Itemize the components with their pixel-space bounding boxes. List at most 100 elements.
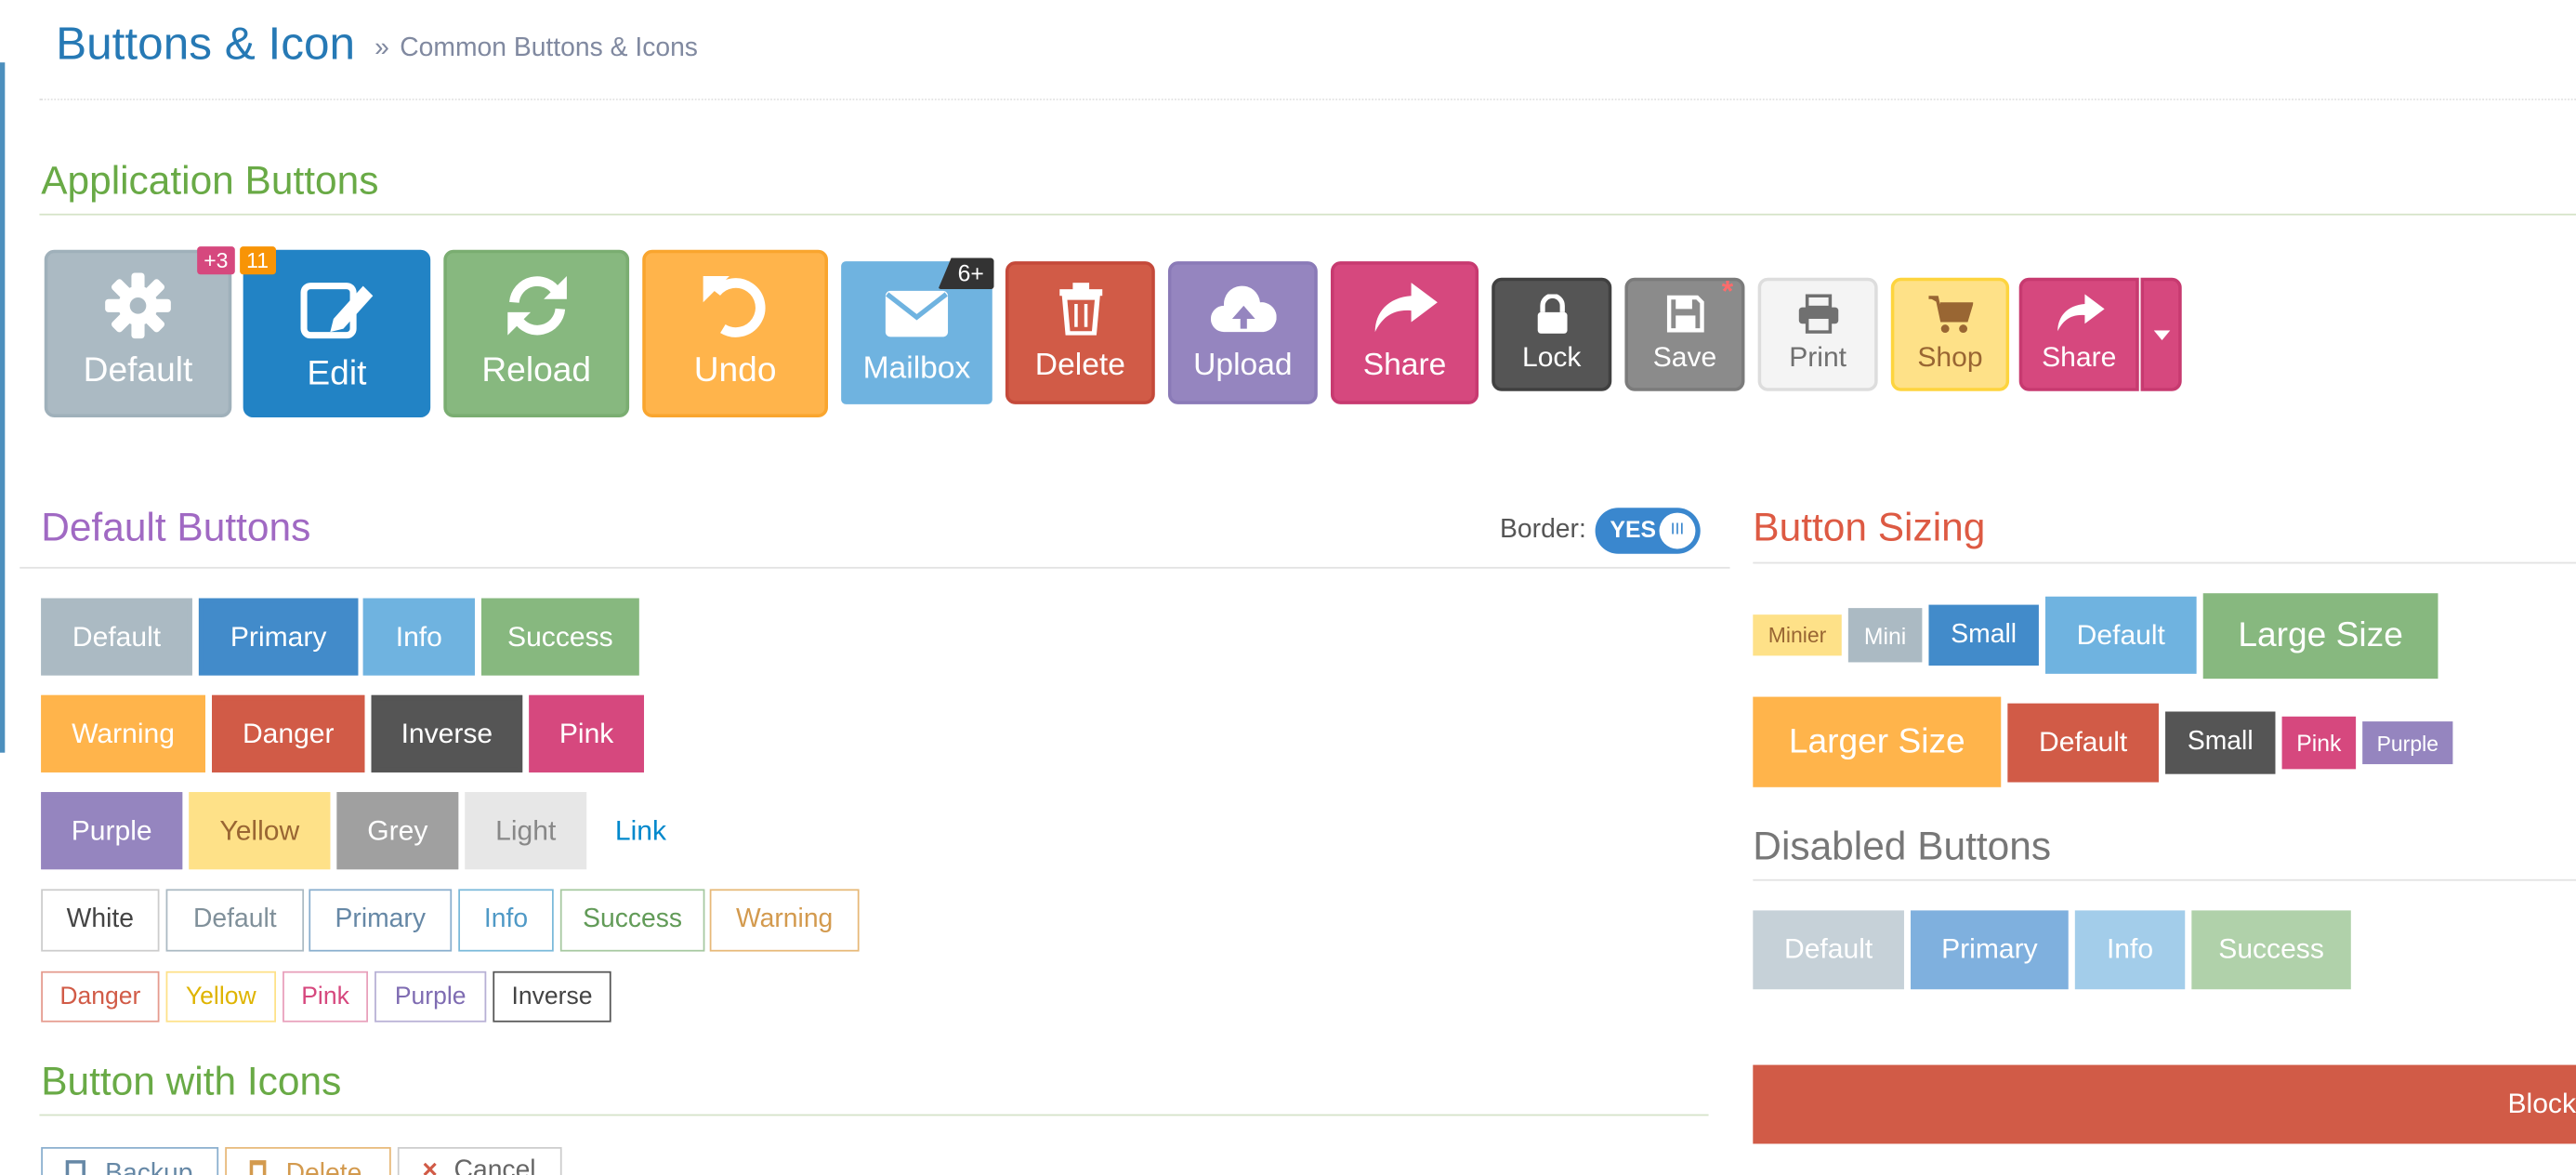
app-button-reload[interactable]: Reload [443,249,630,418]
backup-button[interactable]: Backup [41,1146,219,1175]
app-button-label: Upload [1193,348,1293,383]
app-button-lock[interactable]: Lock [1492,277,1612,391]
button-success[interactable]: Success [480,598,639,676]
outline-button-white[interactable]: White [41,889,160,952]
app-button-label: Print [1789,341,1847,374]
trash-icon [249,1160,267,1175]
page: Buttons & Icon » Common Buttons & Icons … [0,0,2576,1175]
button-small[interactable]: Small [1928,604,2039,666]
button-default[interactable]: Default [41,598,192,676]
disabled-button-primary: Primary [1911,910,2069,990]
app-button-label: Lock [1521,341,1582,374]
button-default-size-danger[interactable]: Default [2007,703,2159,783]
breadcrumb-separator-icon: » [375,34,389,63]
button-pink[interactable]: Pink [529,694,645,772]
app-button-label: Shop [1917,341,1983,374]
block-button[interactable]: Block [1753,1064,2576,1144]
envelope-icon [885,290,949,337]
backup-label: Backup [105,1160,193,1175]
button-larger[interactable]: Larger Size [1753,696,2002,787]
app-button-edit[interactable]: Edit [243,249,431,418]
delete-label: Delete [285,1160,362,1175]
section-divider [39,1114,1709,1116]
section-title-button-with-icons: Button with Icons [41,1060,342,1105]
button-warning[interactable]: Warning [41,694,205,772]
outline-button-info[interactable]: Info [458,889,554,952]
outline-button-pink[interactable]: Pink [283,970,369,1023]
page-title: Buttons & Icon [56,18,356,70]
button-purple[interactable]: Purple [41,792,183,870]
button-primary[interactable]: Primary [198,598,359,676]
app-button-share[interactable]: Share [1330,261,1479,404]
app-button-shop[interactable]: Shop [1890,277,2010,391]
app-button-print[interactable]: Print [1757,277,1878,391]
section-title-application-buttons: Application Buttons [41,159,379,205]
app-button-label: Default [83,351,193,389]
button-inverse[interactable]: Inverse [371,694,523,772]
button-minier[interactable]: Minier [1753,614,1842,656]
section-divider [20,566,1730,569]
button-large[interactable]: Large Size [2202,593,2438,680]
breadcrumb-text: Common Buttons & Icons [400,34,698,63]
app-button-label: Undo [693,351,777,389]
breadcrumb: » Common Buttons & Icons [375,34,698,64]
floppy-icon [1666,295,1703,333]
cancel-label: Cancel [453,1156,536,1175]
button-mini[interactable]: Mini [1847,608,1923,663]
disabled-button-default: Default [1753,910,1904,990]
floppy-icon [65,1160,85,1175]
dropdown-toggle-button[interactable] [2140,277,2182,391]
button-small-inverse[interactable]: Small [2165,711,2276,774]
section-title-default-buttons: Default Buttons [41,506,311,551]
outline-button-purple[interactable]: Purple [375,970,487,1023]
app-button-undo[interactable]: Undo [642,249,829,418]
app-button-label: Reload [481,351,592,389]
badge-count: +3 [197,246,235,275]
close-icon: × [422,1156,438,1175]
sidebar-edge [0,62,6,753]
button-pink-mini[interactable]: Pink [2281,716,2357,770]
section-title-button-sizing: Button Sizing [1753,506,1986,551]
border-toggle[interactable]: YES III [1595,508,1701,554]
trash-icon [1058,283,1102,336]
button-grey[interactable]: Grey [336,792,459,870]
outline-button-warning[interactable]: Warning [709,889,860,952]
section-divider [1753,878,2576,881]
button-purple-minier[interactable]: Purple [2362,721,2453,765]
outline-button-success[interactable]: Success [559,889,705,952]
section-divider [1753,561,2576,564]
app-button-label: Share [2042,341,2117,374]
app-button-label: Edit [307,354,367,393]
button-danger[interactable]: Danger [212,694,365,772]
app-button-share-split[interactable]: Share [2018,277,2139,391]
share-icon [2057,294,2104,332]
cancel-button[interactable]: × Cancel [397,1146,562,1175]
button-default-size[interactable]: Default [2044,596,2197,674]
button-link[interactable]: Link [593,792,689,869]
section-divider [39,213,2576,216]
refresh-icon [506,276,567,336]
app-button-default[interactable]: Default [44,249,232,418]
app-button-delete[interactable]: Delete [1005,261,1155,404]
header-divider [39,99,2576,100]
delete-button[interactable]: Delete [225,1146,391,1175]
button-yellow[interactable]: Yellow [189,792,331,870]
app-button-label: Mailbox [862,351,971,387]
outline-button-default[interactable]: Default [165,889,305,952]
edit-icon [300,283,374,339]
print-icon [1797,294,1838,334]
outline-button-primary[interactable]: Primary [309,889,453,952]
toggle-knob-icon: III [1659,512,1696,549]
outline-button-yellow[interactable]: Yellow [165,970,277,1023]
button-info[interactable]: Info [362,598,475,676]
section-title-disabled-buttons: Disabled Buttons [1753,825,2052,870]
block-button-label: Block [2507,1088,2576,1119]
undo-icon [702,276,765,337]
app-button-label: Delete [1034,348,1125,383]
outline-button-danger[interactable]: Danger [41,970,160,1023]
outline-button-inverse[interactable]: Inverse [493,970,611,1023]
button-light[interactable]: Light [465,792,587,870]
cart-icon [1928,296,1974,333]
app-button-label: Save [1652,341,1717,374]
app-button-upload[interactable]: Upload [1167,261,1318,404]
